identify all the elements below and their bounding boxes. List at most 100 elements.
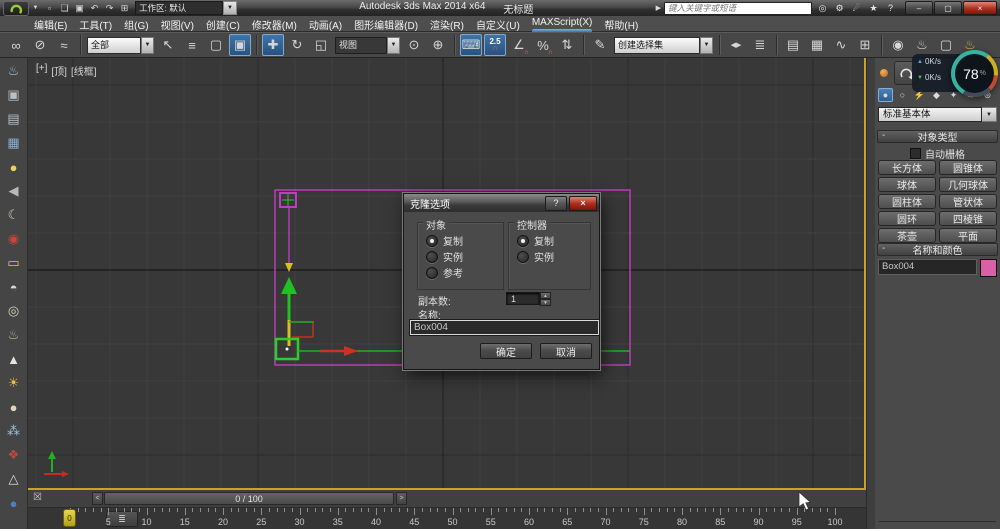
search-binoculars-icon[interactable]: ◎ xyxy=(815,2,830,14)
spinner-snap-icon[interactable]: ⇅ xyxy=(556,34,578,56)
schematic-view-icon[interactable]: ⊞ xyxy=(854,34,876,56)
panel-divider[interactable] xyxy=(866,58,875,529)
bind-to-space-warp-icon[interactable]: ≈ xyxy=(53,34,75,56)
edit-named-selections-icon[interactable]: ✎ xyxy=(589,34,611,56)
controller-copy-radio[interactable]: 实例 xyxy=(517,249,590,264)
frame-icon[interactable]: ▭ xyxy=(2,252,26,274)
mini-curve-editor-button[interactable]: ≣ xyxy=(106,511,138,527)
globe-icon[interactable]: ● xyxy=(2,492,26,514)
viewport-menu-view[interactable]: [顶] xyxy=(51,63,67,78)
robot-icon[interactable]: ◉ xyxy=(2,228,26,250)
percent-snap-icon[interactable]: %∩ xyxy=(532,34,554,56)
communication-center-icon[interactable]: ☄ xyxy=(849,2,864,14)
graphite-ribbon-icon[interactable]: ▦ xyxy=(806,34,828,56)
next-frame-button[interactable]: > xyxy=(396,492,407,505)
object-copy-radio[interactable]: 实例 xyxy=(426,249,503,264)
object-copy-radio[interactable]: 参考 xyxy=(426,265,503,280)
create-geometry-icon[interactable]: ● xyxy=(878,88,893,102)
track-bar[interactable]: 0 ≣ 510152025303540455055606570758085909… xyxy=(28,508,866,529)
search-flyout-icon[interactable]: ▶ xyxy=(656,4,661,12)
object-type-button[interactable]: 四棱锥 xyxy=(939,211,997,226)
maximize-button[interactable]: ▢ xyxy=(934,1,962,15)
selection-filter-dropdown[interactable]: 全部▼ xyxy=(87,37,154,54)
max-logo[interactable] xyxy=(3,1,29,16)
select-by-name-icon[interactable]: ≡ xyxy=(181,34,203,56)
window-crossing-toggle-icon[interactable]: ▣ xyxy=(229,34,251,56)
copies-value[interactable]: 1 xyxy=(506,292,540,305)
object-type-button[interactable]: 球体 xyxy=(878,177,936,192)
save-file-icon[interactable]: ▣ xyxy=(72,2,87,14)
workspace-dropdown[interactable]: 工作区: 默认 ▼ xyxy=(135,2,237,14)
unlink-selection-icon[interactable]: ⊘ xyxy=(29,34,51,56)
object-color-swatch[interactable] xyxy=(980,259,997,277)
monitor-icon[interactable]: ▣ xyxy=(2,84,26,106)
object-type-button[interactable]: 圆柱体 xyxy=(878,194,936,209)
list-panel-icon[interactable]: ▤ xyxy=(2,108,26,130)
current-frame-marker[interactable]: 0 xyxy=(63,509,76,527)
reference-coordinate-dropdown[interactable]: 视图▼ xyxy=(335,37,400,54)
time-slider[interactable]: 0 / 100 xyxy=(104,492,394,505)
collapse-icon[interactable]: - xyxy=(882,130,885,141)
autogrid-checkbox[interactable] xyxy=(910,148,921,159)
controller-copy-radio[interactable]: 复制 xyxy=(517,233,590,248)
object-type-rollout[interactable]: - 对象类型 xyxy=(877,130,998,143)
object-name-field[interactable]: Box004 xyxy=(878,259,977,275)
viewport-menu-plus[interactable]: [+] xyxy=(36,63,47,78)
sphere-icon[interactable]: ● xyxy=(2,396,26,418)
name-color-rollout[interactable]: - 名称和颜色 xyxy=(877,243,998,256)
chevron-down-icon[interactable]: ▼ xyxy=(982,107,997,122)
align-icon[interactable]: ≣ xyxy=(749,34,771,56)
cone-icon[interactable]: ▲ xyxy=(2,348,26,370)
molecule-icon[interactable]: ❖ xyxy=(2,444,26,466)
object-type-button[interactable]: 长方体 xyxy=(878,160,936,175)
angle-snap-icon[interactable]: ∠∩ xyxy=(508,34,530,56)
keyboard-override-toggle-icon[interactable]: ⌨ xyxy=(460,34,482,56)
logo-flyout-icon[interactable]: ▼ xyxy=(32,2,39,14)
rectangular-selection-region-icon[interactable]: ▢ xyxy=(205,34,227,56)
dome-icon[interactable]: ◓ xyxy=(2,276,26,298)
table-panel-icon[interactable]: ▦ xyxy=(2,132,26,154)
object-type-button[interactable]: 管状体 xyxy=(939,194,997,209)
material-editor-icon[interactable]: ◉ xyxy=(887,34,909,56)
transform-gizmo[interactable] xyxy=(281,263,314,346)
object-type-button[interactable]: 圆锥体 xyxy=(939,160,997,175)
render-teapot-icon[interactable]: ♨ xyxy=(2,60,26,82)
snaps-toggle-icon[interactable]: 2.5∩ xyxy=(484,34,506,56)
object-type-button[interactable]: 平面 xyxy=(939,228,997,243)
undo-icon[interactable]: ↶ xyxy=(87,2,102,14)
select-and-move-icon[interactable]: ✚ xyxy=(262,34,284,56)
dialog-title-bar[interactable]: 克隆选项 ? × xyxy=(404,194,599,212)
menu-item[interactable]: MAXScript(X) xyxy=(526,16,599,33)
copies-spinner[interactable]: 1 ▲ ▼ xyxy=(506,292,551,305)
minimize-button[interactable]: – xyxy=(905,1,933,15)
clone-options-dialog[interactable]: 克隆选项 ? × 对象 复制实例参考 控制器 复制实例 副本数: 1 ▲ ▼ 名… xyxy=(403,193,600,370)
close-button[interactable]: × xyxy=(963,1,997,15)
create-shapes-icon[interactable]: ○ xyxy=(895,88,910,102)
ok-button[interactable]: 确定 xyxy=(480,343,532,359)
cancel-button[interactable]: 取消 xyxy=(540,343,592,359)
chevron-down-icon[interactable]: ▼ xyxy=(223,1,237,15)
selection-lock-icon[interactable]: ☒ xyxy=(33,492,42,503)
wire-teapot-icon[interactable]: ♨ xyxy=(2,324,26,346)
rain-particles-icon[interactable]: ⁂ xyxy=(2,420,26,442)
named-selection-sets-dropdown[interactable]: 创建选择集▼ xyxy=(614,37,713,54)
previous-frame-button[interactable]: < xyxy=(92,492,103,505)
collapse-icon[interactable]: - xyxy=(882,243,885,254)
radio-icon[interactable] xyxy=(426,267,438,279)
radio-icon[interactable] xyxy=(426,251,438,263)
favorites-star-icon[interactable]: ★ xyxy=(866,2,881,14)
new-scene-icon[interactable]: ▫ xyxy=(42,2,57,14)
pyramid-gizmo-icon[interactable]: △ xyxy=(2,468,26,490)
clone-name-input[interactable] xyxy=(410,320,599,335)
select-and-link-icon[interactable]: ∞ xyxy=(5,34,27,56)
primitive-type-dropdown[interactable]: 标准基本体 ▼ xyxy=(878,107,997,122)
use-pivot-point-icon[interactable]: ⊙ xyxy=(403,34,425,56)
sun-icon[interactable]: ☀ xyxy=(2,372,26,394)
redo-icon[interactable]: ↷ xyxy=(102,2,117,14)
object-copy-radio[interactable]: 复制 xyxy=(426,233,503,248)
dialog-close-button[interactable]: × xyxy=(569,196,597,211)
viewport-menu-shading[interactable]: [线框] xyxy=(71,63,97,78)
object-type-button[interactable]: 几何球体 xyxy=(939,177,997,192)
object-type-button[interactable]: 圆环 xyxy=(878,211,936,226)
wrench-icon[interactable]: ⚙ xyxy=(832,2,847,14)
